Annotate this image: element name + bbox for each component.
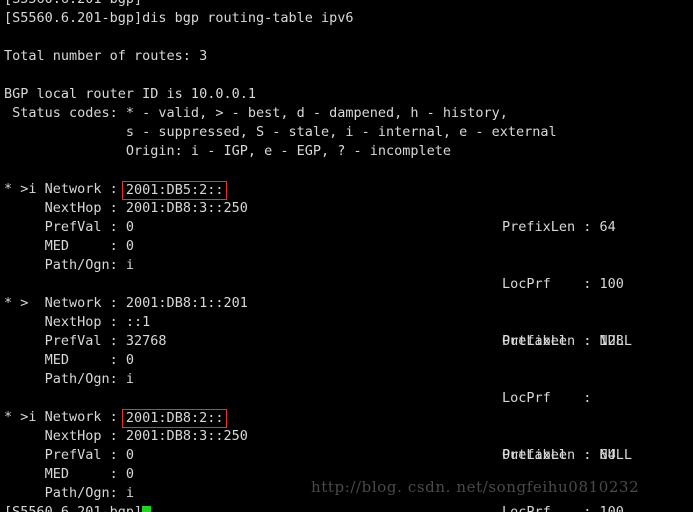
terminal-scrollback: [S5560.6.201-bgp] [S5560.6.201-bgp]dis b…	[0, 0, 693, 512]
prompt-line-bottom[interactable]: [S5560.6.201-bgp]	[0, 503, 693, 512]
med-label: MED :	[4, 352, 126, 368]
prompt-line-clipped-top: [S5560.6.201-bgp]	[0, 0, 693, 9]
network-label: Network :	[36, 295, 126, 311]
status-codes-line-2: s - suppressed, S - stale, i - internal,…	[4, 124, 557, 140]
med-value: 0	[125, 466, 135, 482]
prefval-value: 0	[125, 447, 135, 463]
terminal-window[interactable]: [S5560.6.201-bgp] [S5560.6.201-bgp]dis b…	[0, 0, 693, 512]
status-codes-line-1: Status codes: * - valid, > - best, d - d…	[4, 105, 508, 121]
path-ogn-label: Path/Ogn:	[4, 371, 126, 387]
status-codes-origin-line: Origin: i - IGP, e - EGP, ? - incomplete	[4, 143, 452, 159]
route-prefixlen-line: PrefixLen : 64	[502, 446, 632, 465]
prefixlen-label: PrefixLen :	[502, 447, 600, 463]
nexthop-value: ::1	[125, 314, 151, 330]
prefixlen-value: 64	[599, 447, 616, 463]
med-label: MED :	[4, 466, 126, 482]
prefval-value: 0	[125, 219, 135, 235]
route-flags: * >	[4, 295, 37, 311]
path-ogn-value: i	[125, 257, 135, 273]
nexthop-value: 2001:DB8:3::250	[125, 200, 248, 216]
network-label: Network :	[36, 409, 126, 425]
prefval-value: 32768	[125, 333, 167, 349]
text-cursor	[142, 506, 152, 512]
router-id-line: BGP local router ID is 10.0.0.1	[4, 86, 256, 102]
route-flags: * >i	[4, 409, 37, 425]
network-value: 2001:DB8:1::201	[125, 295, 248, 311]
prefval-label: PrefVal :	[4, 333, 126, 349]
watermark-url: http://blog. csdn. net/songfeihu0810232	[311, 478, 640, 496]
path-ogn-value: i	[125, 371, 135, 387]
prefval-label: PrefVal :	[4, 219, 126, 235]
total-routes-line: Total number of routes: 3	[4, 48, 208, 64]
med-value: 0	[125, 352, 135, 368]
prefval-label: PrefVal :	[4, 447, 126, 463]
network-value-highlight: 2001:DB8:2::	[121, 409, 228, 428]
route-flags: * >i	[4, 181, 37, 197]
route-prefixlen-line: PrefixLen : 128	[502, 332, 632, 351]
path-ogn-label: Path/Ogn:	[4, 257, 126, 273]
path-ogn-value: i	[125, 485, 135, 501]
prefixlen-label: PrefixLen :	[502, 219, 600, 235]
nexthop-label: NextHop :	[4, 428, 126, 444]
prompt-text: [S5560.6.201-bgp]	[4, 504, 143, 512]
med-value: 0	[125, 238, 135, 254]
command-line: [S5560.6.201-bgp]dis bgp routing-table i…	[4, 10, 354, 26]
prefixlen-value: 128	[599, 333, 624, 349]
prefixlen-label: PrefixLen :	[502, 333, 600, 349]
nexthop-value: 2001:DB8:3::250	[125, 428, 248, 444]
nexthop-label: NextHop :	[4, 200, 126, 216]
path-ogn-label: Path/Ogn:	[4, 485, 126, 501]
prefixlen-value: 64	[599, 219, 616, 235]
network-value-highlight: 2001:DB5:2::	[121, 181, 228, 200]
route-entry: * >i Network : 2001:DB5:2:: NextHop : 20…	[0, 180, 693, 349]
network-label: Network :	[36, 181, 126, 197]
route-prefixlen-line: PrefixLen : 64	[502, 218, 632, 237]
nexthop-label: NextHop :	[4, 314, 126, 330]
route-entry: * > Network : 2001:DB8:1::201 NextHop : …	[0, 294, 693, 463]
med-label: MED :	[4, 238, 126, 254]
